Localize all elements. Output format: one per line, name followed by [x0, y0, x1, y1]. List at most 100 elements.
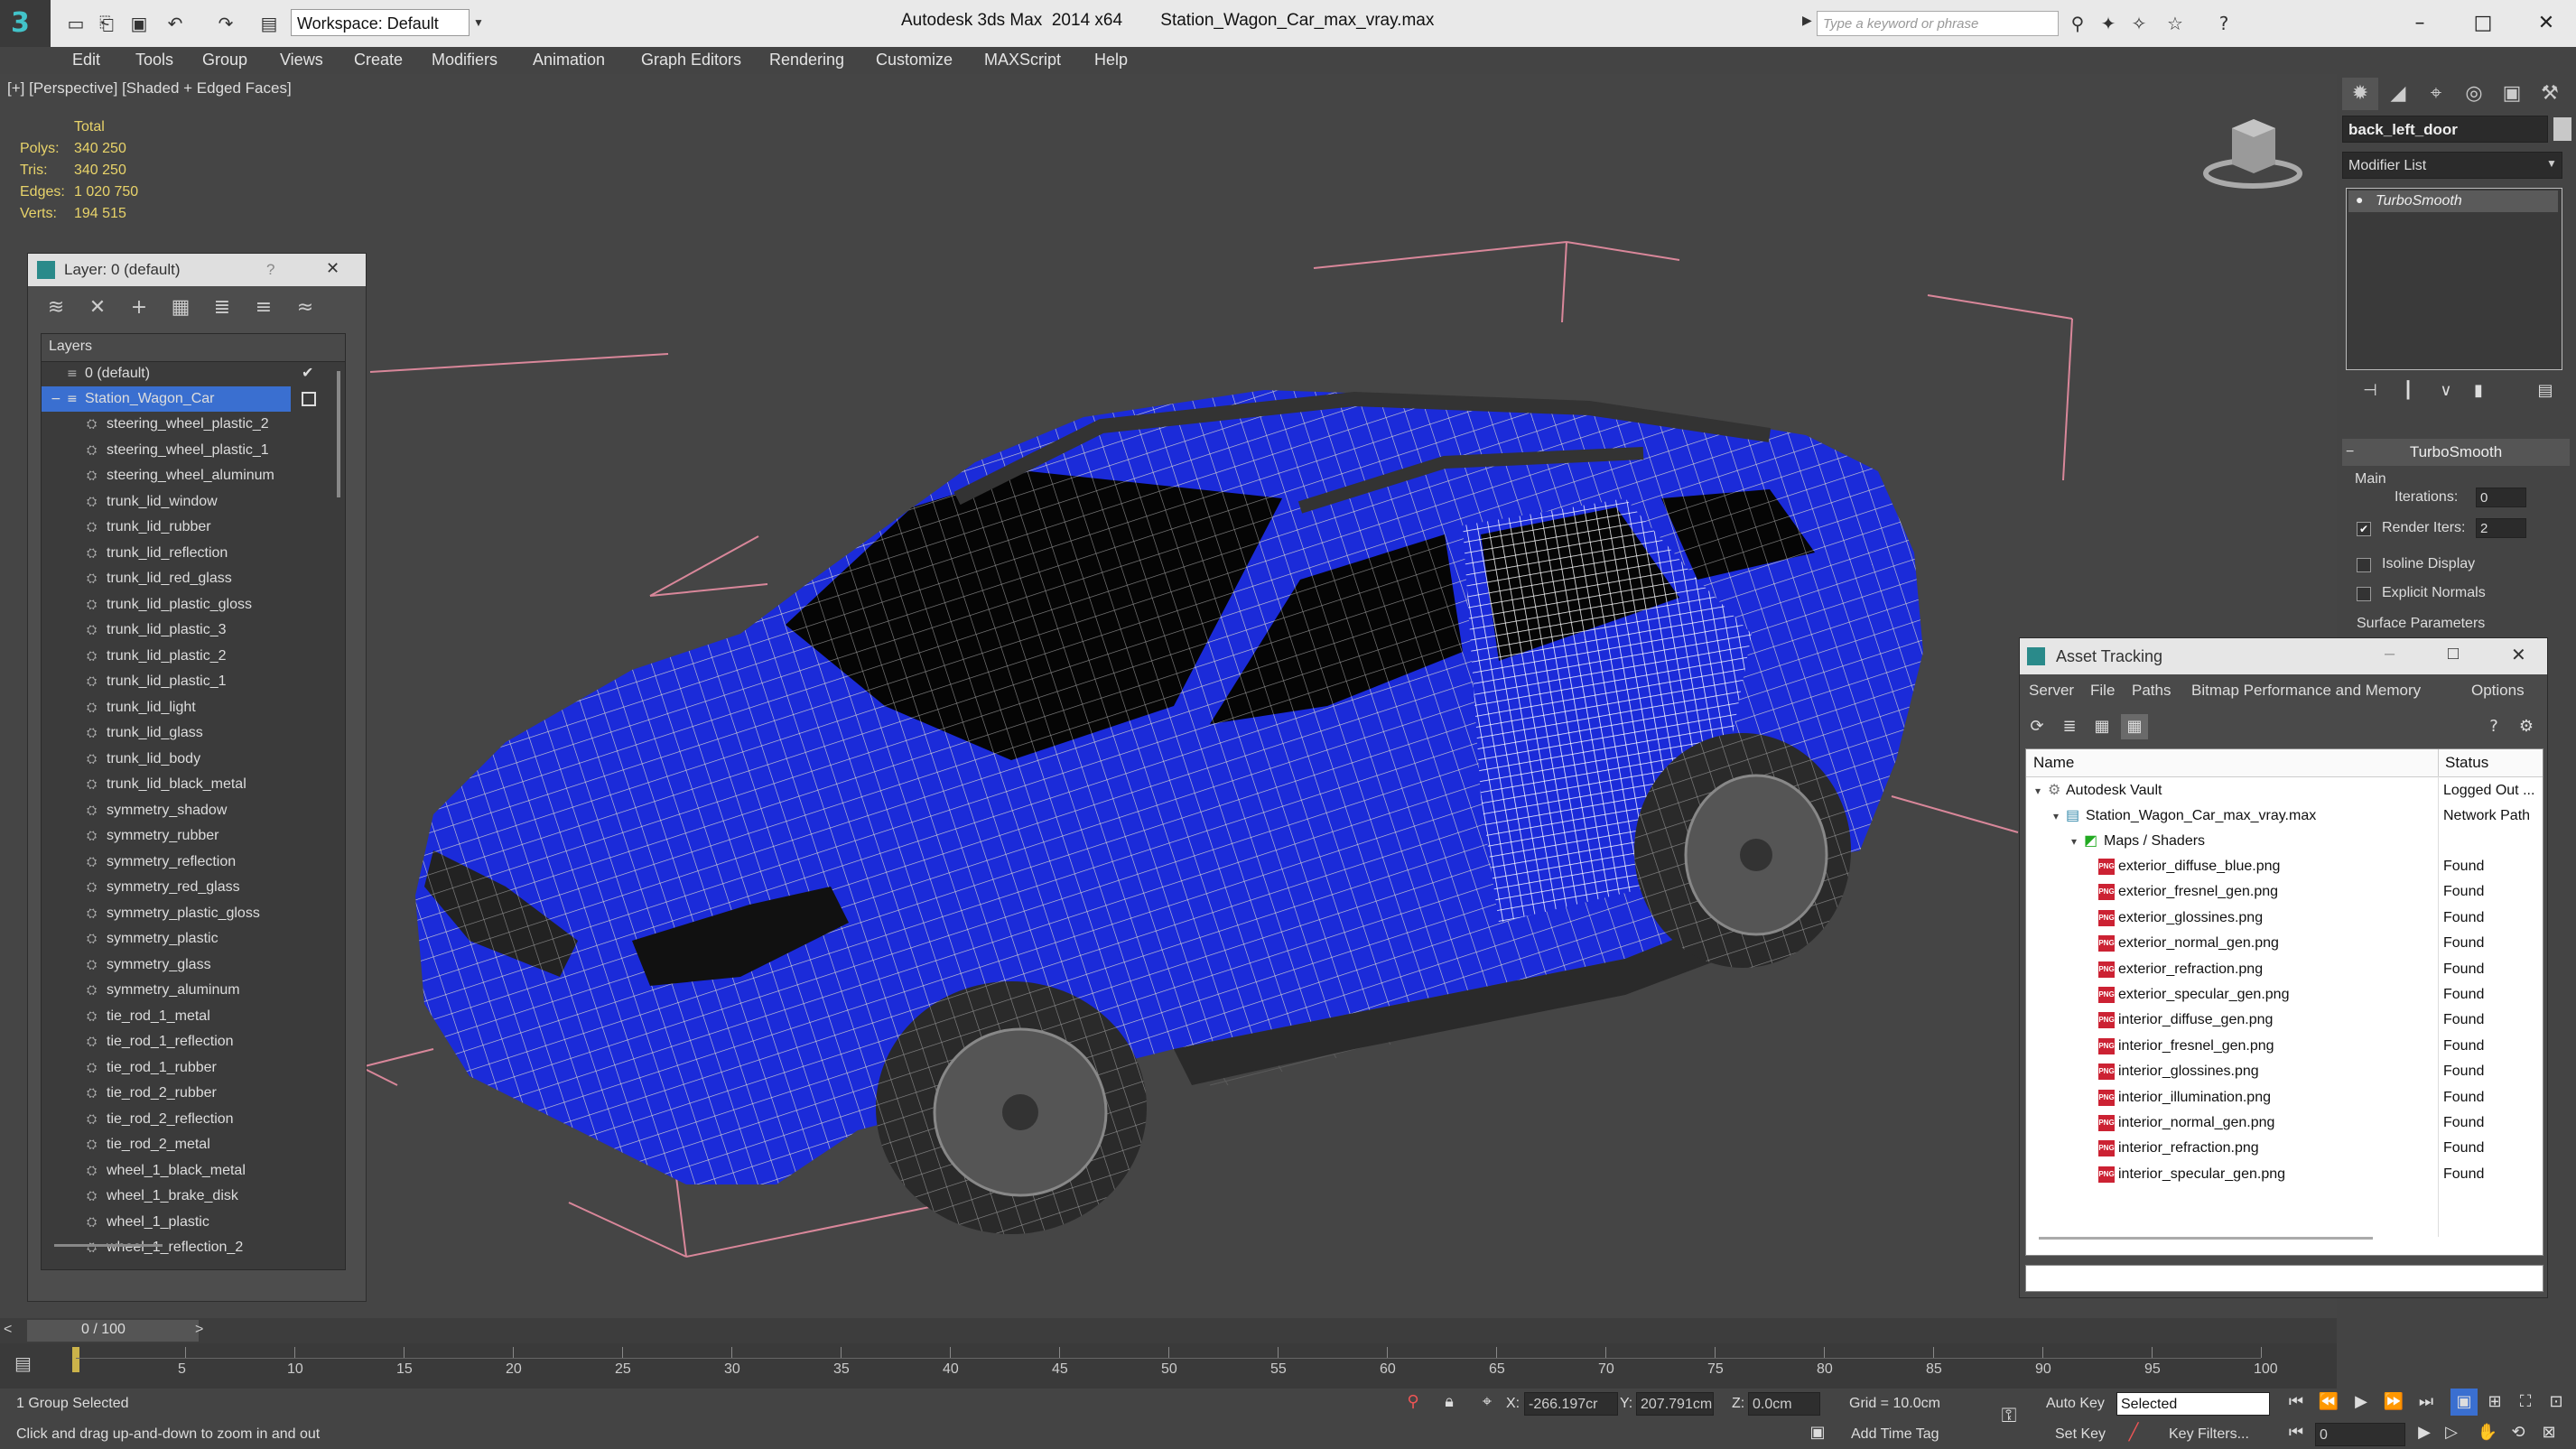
mini-curve-editor-icon[interactable]: ▤	[14, 1352, 32, 1374]
layer-object-row[interactable]: ⛭ trunk_lid_light	[42, 695, 345, 720]
layer-object-row[interactable]: ⛭ wheel_1_reflection_2	[42, 1235, 345, 1260]
layer-object-row[interactable]: ⛭ symmetry_glass	[42, 952, 345, 978]
layer-object-row[interactable]: ⛭ trunk_lid_plastic_gloss	[42, 592, 345, 618]
layer-object-row[interactable]: ⛭ symmetry_shadow	[42, 798, 345, 823]
expand-arrow-icon[interactable]: ▶	[1802, 13, 1812, 28]
viewport-label[interactable]: [+] [Perspective] [Shaded + Edged Faces]	[7, 79, 292, 98]
asset-row-map[interactable]: PNG interior_specular_gen.png Found	[2026, 1162, 2543, 1187]
asset-path-field[interactable]	[2025, 1265, 2543, 1292]
asset-row-map[interactable]: PNG exterior_normal_gen.png Found	[2026, 931, 2543, 956]
layer-object-row[interactable]: ⛭ symmetry_plastic_gloss	[42, 901, 345, 926]
project-folder-icon[interactable]: ▤	[256, 11, 282, 36]
asset-row-map[interactable]: PNG exterior_diffuse_blue.png Found	[2026, 854, 2543, 879]
remove-modifier-icon[interactable]: ▮	[2463, 377, 2494, 404]
freeze-layers-icon[interactable]: ≈	[290, 293, 321, 322]
modifier-list-dropdown[interactable]: Modifier List	[2342, 152, 2562, 179]
go-to-end-icon[interactable]: ⏭	[2413, 1389, 2440, 1416]
make-current-icon[interactable]	[302, 392, 316, 406]
undo-icon[interactable]: ↶	[163, 11, 188, 36]
select-objects-icon[interactable]: ▦	[165, 293, 196, 322]
settings-icon[interactable]: ⚙	[2513, 714, 2540, 739]
asset-row-map[interactable]: PNG interior_normal_gen.png Found	[2026, 1110, 2543, 1136]
binoculars-icon[interactable]: ⚲	[2064, 11, 2091, 36]
z-coordinate-field[interactable]: 0.0cm	[1748, 1392, 1820, 1416]
asset-row-vault[interactable]: ▾ ⚙ Autodesk Vault Logged Out ...	[2026, 778, 2543, 803]
asset-row-max-file[interactable]: ▾ ▤ Station_Wagon_Car_max_vray.max Netwo…	[2026, 803, 2543, 829]
help-icon[interactable]: ?	[2480, 714, 2507, 739]
track-bar[interactable]: ▤ 5 10 15 20 25 30 35 40 45 50 55 60 65 70 75 80 85 90 95 1…	[0, 1343, 2337, 1389]
menu-modifiers[interactable]: Modifiers	[432, 51, 498, 70]
zoom-extents-icon[interactable]: ⊞	[2481, 1389, 2508, 1416]
layer-object-row[interactable]: ⛭ trunk_lid_plastic_2	[42, 644, 345, 669]
rollout-collapse-icon[interactable]: −	[2346, 444, 2354, 460]
pan-view-icon[interactable]: ✋	[2474, 1419, 2501, 1446]
layer-object-row[interactable]: ⛭ tie_rod_1_rubber	[42, 1055, 345, 1081]
layer-object-row[interactable]: ⛭ trunk_lid_reflection	[42, 541, 345, 566]
layer-panel-titlebar[interactable]: Layer: 0 (default) ? ✕	[28, 254, 366, 286]
asset-row-map[interactable]: PNG exterior_refraction.png Found	[2026, 957, 2543, 982]
asset-row-map[interactable]: PNG interior_refraction.png Found	[2026, 1136, 2543, 1161]
subscription-icon[interactable]: ✦	[2095, 11, 2122, 36]
asset-row-map[interactable]: PNG interior_glossines.png Found	[2026, 1059, 2543, 1084]
asset-row-map[interactable]: PNG interior_fresnel_gen.png Found	[2026, 1034, 2543, 1059]
menu-create[interactable]: Create	[354, 51, 403, 70]
object-color-swatch[interactable]	[2553, 117, 2571, 141]
thumbnail-view-icon[interactable]: ▦	[2088, 714, 2116, 739]
hierarchy-tab-icon[interactable]: ⌖	[2418, 78, 2454, 110]
layer-object-row[interactable]: ⛭ tie_rod_2_rubber	[42, 1081, 345, 1106]
layer-object-row[interactable]: ⛭ trunk_lid_plastic_3	[42, 618, 345, 643]
menu-maxscript[interactable]: MAXScript	[984, 51, 1061, 70]
modifier-stack[interactable]: TurboSmooth ●	[2346, 188, 2562, 370]
asset-row-map[interactable]: PNG exterior_glossines.png Found	[2026, 906, 2543, 931]
asset-tracking-titlebar[interactable]: Asset Tracking – □ ✕	[2020, 638, 2547, 674]
table-view-icon[interactable]: ▦	[2121, 714, 2148, 739]
layer-object-row[interactable]: ⛭ symmetry_plastic	[42, 926, 345, 952]
key-filters-icon[interactable]: ╱	[2120, 1419, 2147, 1446]
refresh-icon[interactable]: ⟳	[2023, 714, 2051, 739]
isolate-selection-icon[interactable]: ⚲	[1400, 1389, 1427, 1416]
selection-lock-icon[interactable]: 🔒︎	[1436, 1389, 1463, 1416]
minimize-button[interactable]: –	[2393, 5, 2447, 42]
layer-object-row[interactable]: ⛭ trunk_lid_body	[42, 747, 345, 772]
menu-customize[interactable]: Customize	[876, 51, 953, 70]
layer-object-row[interactable]: ⛭ trunk_lid_red_glass	[42, 566, 345, 591]
hide-layers-icon[interactable]: ≡	[248, 293, 279, 322]
layer-object-row[interactable]: ⛭ wheel_1_brake_disk	[42, 1184, 345, 1209]
exchange-icon[interactable]: ✧	[2125, 11, 2153, 36]
play-icon[interactable]: ▶	[2348, 1389, 2375, 1416]
column-divider[interactable]	[2438, 749, 2439, 776]
menu-views[interactable]: Views	[280, 51, 323, 70]
menu-server[interactable]: Server	[2029, 682, 2074, 700]
layer-object-row[interactable]: ⛭ wheel_1_plastic	[42, 1210, 345, 1235]
close-button[interactable]: ✕	[2511, 644, 2526, 666]
layer-object-row[interactable]: ⛭ tie_rod_2_reflection	[42, 1107, 345, 1132]
vertical-scrollbar[interactable]	[337, 371, 340, 497]
column-status-header[interactable]: Status	[2445, 754, 2488, 772]
new-file-icon[interactable]: ▭	[63, 11, 88, 36]
create-tab-icon[interactable]: ✹	[2342, 78, 2378, 110]
render-iters-checkbox[interactable]: ✔	[2357, 522, 2371, 536]
asset-row-map[interactable]: PNG exterior_fresnel_gen.png Found	[2026, 879, 2543, 905]
lightbulb-icon[interactable]: ●	[2356, 192, 2363, 207]
horizontal-scrollbar[interactable]	[54, 1244, 163, 1247]
layer-object-row[interactable]: ⛭ trunk_lid_glass	[42, 720, 345, 746]
list-view-icon[interactable]: ≣	[2056, 714, 2083, 739]
close-button[interactable]: ✕	[2519, 5, 2573, 42]
modify-tab-icon[interactable]: ◢	[2380, 78, 2416, 110]
menu-graph-editors[interactable]: Graph Editors	[641, 51, 741, 70]
help-icon[interactable]: ?	[2210, 11, 2237, 36]
maximize-toggle-icon[interactable]: ⊠	[2535, 1419, 2562, 1446]
delete-icon[interactable]: ✕	[82, 293, 113, 322]
layer-row-station-wagon-car[interactable]: − ≡ Station_Wagon_Car	[42, 386, 291, 412]
current-frame-field[interactable]: 0	[2315, 1423, 2405, 1446]
orbit-icon[interactable]: ⟲	[2505, 1419, 2532, 1446]
asset-table[interactable]: Name Status ▾ ⚙ Autodesk Vault Logged Ou…	[2025, 748, 2543, 1256]
workspace-dropdown[interactable]: Workspace: Default	[291, 9, 470, 36]
utilities-tab-icon[interactable]: ⚒	[2532, 78, 2568, 110]
layer-object-row[interactable]: ⛭ symmetry_reflection	[42, 850, 345, 875]
menu-bitmap-performance[interactable]: Bitmap Performance and Memory	[2191, 682, 2421, 700]
open-file-icon[interactable]: ⎗	[94, 11, 119, 36]
turbosmooth-rollout[interactable]: TurboSmooth	[2342, 439, 2570, 466]
explicit-normals-checkbox[interactable]	[2357, 587, 2371, 601]
layer-list[interactable]: Layers ≡ 0 (default) ✔ − ≡ Station_Wagon…	[41, 333, 346, 1270]
